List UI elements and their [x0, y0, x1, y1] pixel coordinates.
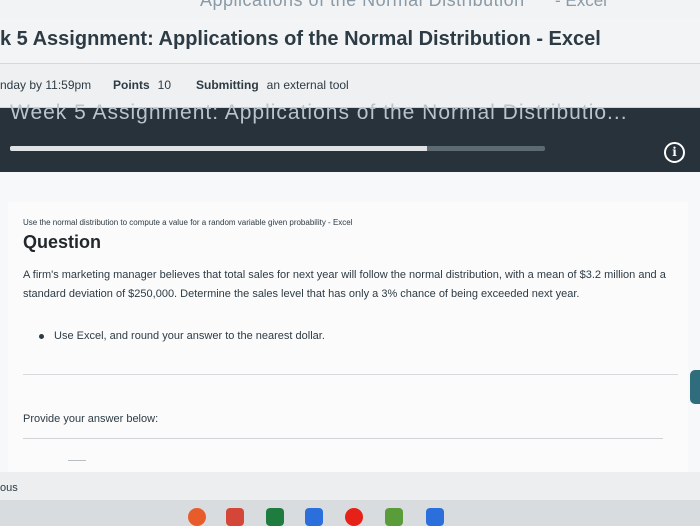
content-area: Use the normal distribution to compute a…	[0, 172, 700, 472]
docs-icon[interactable]	[305, 508, 323, 526]
cut-off-title: Applications of the Normal Distribution	[200, 0, 525, 10]
question-bullet: Use Excel, and round your answer to the …	[39, 330, 325, 342]
files-icon[interactable]	[426, 508, 444, 526]
submitting-value: an external tool	[266, 78, 349, 92]
side-scroll-tab[interactable]	[690, 370, 700, 404]
question-instruction: Use the normal distribution to compute a…	[23, 218, 353, 227]
tool-title: Week 5 Assignment: Applications of the N…	[10, 101, 628, 124]
os-taskbar: hulu	[0, 500, 700, 526]
gmail-icon[interactable]	[226, 508, 244, 526]
bullet-text: Use Excel, and round your answer to the …	[54, 330, 325, 342]
points-value: 10	[157, 78, 172, 92]
info-icon[interactable]: i	[664, 142, 685, 163]
divider	[23, 374, 678, 375]
points-label: Points	[113, 78, 150, 92]
assignment-header: k 5 Assignment: Applications of the Norm…	[0, 18, 700, 64]
submitting-meta: Submitting an external tool	[196, 78, 349, 92]
chrome-icon[interactable]	[188, 508, 206, 526]
answer-label: Provide your answer below:	[23, 413, 159, 425]
question-card: Use the normal distribution to compute a…	[8, 202, 688, 472]
progress-bar	[10, 146, 545, 151]
previous-link[interactable]: ous	[0, 482, 18, 494]
cut-off-title-suffix: - Excel	[555, 0, 607, 10]
answer-input[interactable]	[23, 438, 663, 464]
page-title: k 5 Assignment: Applications of the Norm…	[0, 28, 601, 50]
points-meta: Points 10	[113, 78, 171, 92]
progress-fill	[10, 146, 428, 151]
bullet-dot-icon	[39, 333, 44, 339]
youtube-icon[interactable]	[345, 508, 363, 526]
question-heading: Question	[23, 232, 102, 252]
browser-top-strip: Applications of the Normal Distribution …	[0, 0, 700, 18]
due-date: nday by 11:59pm	[0, 78, 92, 92]
question-text: A firm's marketing manager believes that…	[23, 269, 666, 300]
classroom-icon[interactable]	[266, 508, 284, 526]
hulu-label: hulu	[390, 512, 402, 518]
submitting-label: Submitting	[196, 78, 259, 92]
external-tool-header: Week 5 Assignment: Applications of the N…	[0, 101, 700, 172]
input-underline	[68, 460, 86, 461]
